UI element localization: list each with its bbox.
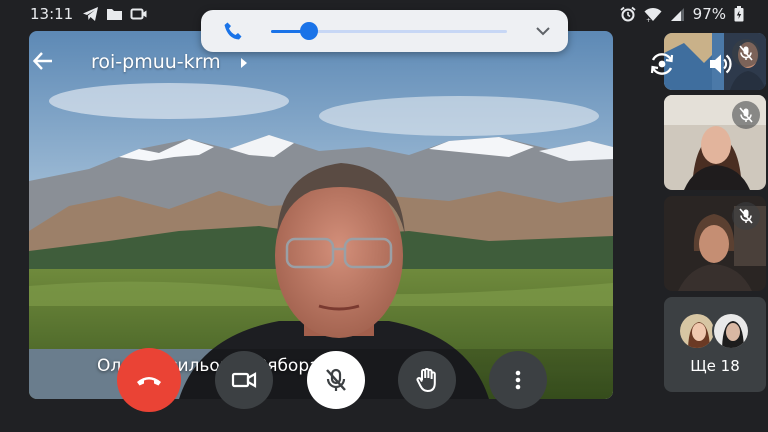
svg-text:+: +	[646, 17, 651, 22]
camera-icon	[130, 8, 147, 20]
phone-icon	[224, 22, 242, 40]
more-options-button[interactable]	[489, 351, 547, 409]
raise-hand-icon	[416, 367, 436, 392]
wifi-icon: +	[644, 7, 662, 22]
folder-icon	[107, 9, 122, 20]
avatar	[712, 312, 750, 350]
volume-slider-thumb[interactable]	[299, 22, 318, 40]
system-icons: + 97%	[620, 5, 744, 23]
chevron-down-icon	[536, 27, 550, 36]
end-call-button[interactable]	[117, 348, 181, 412]
battery-percent: 97%	[692, 5, 726, 23]
arrow-back-icon	[32, 52, 52, 70]
participant-muted-indicator	[732, 39, 760, 67]
status-time: 13:11	[30, 5, 74, 23]
caret-right-icon[interactable]	[240, 57, 248, 69]
back-button[interactable]	[32, 50, 54, 76]
more-participants-label: Ще 18	[690, 357, 740, 375]
volume-expand-button[interactable]	[534, 22, 552, 44]
speaker-icon	[710, 54, 732, 74]
raise-hand-button[interactable]	[398, 351, 456, 409]
meeting-title[interactable]: roi-pmuu-krm	[91, 51, 221, 73]
more-participants-avatars	[678, 312, 752, 352]
switch-camera-icon	[650, 53, 674, 75]
switch-camera-button[interactable]	[648, 50, 676, 82]
participant-video	[29, 31, 613, 399]
mic-toggle-button[interactable]	[307, 351, 365, 409]
more-vert-icon	[515, 370, 521, 390]
video-camera-icon	[231, 372, 257, 388]
camera-toggle-button[interactable]	[215, 351, 273, 409]
participant-thumbnail[interactable]	[664, 95, 766, 190]
speaker-button[interactable]	[706, 50, 734, 82]
mic-off-icon	[739, 208, 753, 224]
avatar	[678, 312, 716, 350]
battery-icon	[734, 6, 744, 22]
mic-off-icon	[739, 45, 753, 61]
more-participants-tile[interactable]: Ще 18	[664, 297, 766, 392]
participant-thumbnail[interactable]	[664, 196, 766, 291]
alarm-icon	[620, 6, 636, 22]
notification-icons	[82, 6, 148, 22]
participant-muted-indicator	[732, 101, 760, 129]
main-video-feed[interactable]	[29, 31, 613, 399]
volume-panel	[201, 10, 568, 52]
end-call-icon	[137, 377, 161, 386]
mic-off-icon	[739, 107, 753, 123]
meet-call-screen: 13:11 + 97% roi-pmuu-krm Олег Васильович…	[0, 0, 768, 432]
signal-icon	[670, 7, 684, 21]
participant-muted-indicator	[732, 202, 760, 230]
volume-slider[interactable]	[271, 22, 507, 40]
telegram-icon	[83, 7, 98, 21]
mic-off-icon	[326, 368, 346, 391]
